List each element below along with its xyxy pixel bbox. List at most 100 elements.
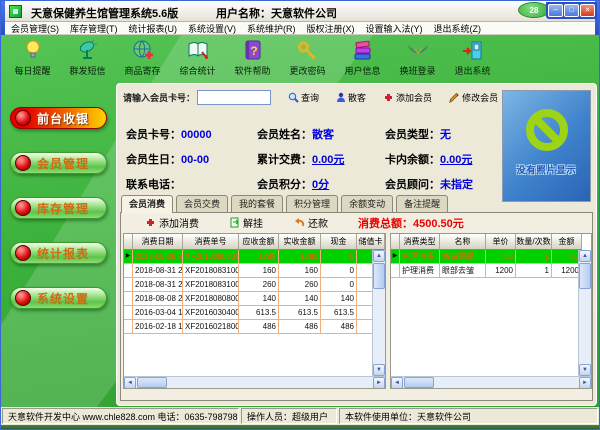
scroll-thumb[interactable] [404,377,434,388]
table-row[interactable]: ▶护理消费嫩白面膜80180 [391,250,591,264]
table-cell: XF201603040004 [183,306,239,320]
toolbar: 每日提醒 群发短信 商品寄存 综合统计 ? 软件帮助 更改密码 [5,37,500,79]
menu-member[interactable]: 会员管理(S) [11,22,59,35]
menu-reports[interactable]: 统计报表(U) [129,22,178,35]
column-header[interactable]: 数量/次数 [516,234,552,250]
sidebar-item-members[interactable]: 会员管理 [10,152,107,174]
scroll-thumb[interactable] [373,263,385,289]
add-consume-button[interactable]: 添加消费 [145,215,199,230]
table-cell: 护理消费 [400,250,440,264]
detail-table[interactable]: 消费类型名称单价数量/次数金额 ▶护理消费嫩白面膜80180护理消费眼部去皱12… [390,233,592,389]
table-cell: XF201809080001 [183,250,239,264]
card-search-row: 请输入会员卡号： 查询 散客 添加会员 修改会员 清除会员 [123,89,564,106]
column-header[interactable]: 单价 [486,234,516,250]
sidebar-item-settings[interactable]: 系统设置 [10,287,107,309]
column-header[interactable]: 实收金额 [279,234,321,250]
shift-login-button[interactable]: 换班登录 [390,37,445,79]
menu-inventory[interactable]: 库存管理(T) [70,22,118,35]
table-row[interactable]: 2018-08-31 22:XF2018083100021601600 [124,264,385,278]
table-row[interactable]: 2016-03-04 18:XF201603040004613.5613.561… [124,306,385,320]
tab-member-consume[interactable]: 会员消费 [121,195,173,213]
group-sms-button[interactable]: 群发短信 [60,37,115,79]
sidebar-item-inventory[interactable]: 库存管理 [10,197,107,219]
exit-system-button[interactable]: 退出系统 [445,37,500,79]
column-header[interactable]: 消费日期 [133,234,183,250]
综合-stats-button[interactable]: 综合统计 [170,37,225,79]
card-number-label: 请输入会员卡号： [123,91,195,104]
daily-reminder-button[interactable]: 每日提醒 [5,37,60,79]
scroll-up-arrow[interactable]: ▲ [579,250,591,262]
consume-table[interactable]: 消费日期消费单号应收金额实收金额现金储值卡 ▶2018-09-08 22:XF2… [123,233,386,389]
sidebar-item-reports[interactable]: 统计报表 [10,242,107,264]
member-advisor-field: 会员顾问：未指定 [385,176,473,192]
minimize-button[interactable]: ─ [548,4,563,17]
column-header[interactable]: 消费类型 [400,234,440,250]
scroll-down-arrow[interactable]: ▼ [579,364,591,376]
vertical-scrollbar[interactable]: ▲ ▼ [372,250,385,376]
release-hold-button[interactable]: 解挂 [229,215,263,230]
open-book-icon [185,37,211,63]
satellite-icon [75,37,101,63]
column-header[interactable]: 金额 [552,234,582,250]
menu-settings[interactable]: 系统设置(V) [188,22,236,35]
goods-deposit-button[interactable]: 商品寄存 [115,37,170,79]
no-photo-prohibition-icon [524,107,570,153]
row-marker [124,278,133,292]
person-icon [336,92,346,103]
table-row[interactable]: 2018-08-31 22:XF2018083100012602600 [124,278,385,292]
maximize-button[interactable]: □ [564,4,579,17]
column-header[interactable]: 现金 [321,234,357,250]
horizontal-scrollbar[interactable]: ◄ ► [391,376,591,388]
column-header[interactable]: 应收金额 [239,234,279,250]
action-row: 添加消费 解挂 还款 消费总额：4500.50元 [121,213,592,232]
window-title: 天意保健养生馆管理系统5.6版 [31,5,178,21]
close-button[interactable]: ✕ [580,4,595,17]
table-cell: 1200 [486,264,516,278]
sidebar-item-cashier[interactable]: 前台收银 [10,107,107,129]
scroll-left-arrow[interactable]: ◄ [391,377,403,389]
scroll-up-arrow[interactable]: ▲ [373,250,385,262]
table-cell: 260 [279,278,321,292]
tab-remark-reminder[interactable]: 备注提醒 [396,195,448,212]
scroll-thumb[interactable] [137,377,167,388]
scroll-right-arrow[interactable]: ► [579,377,591,389]
tab-my-package[interactable]: 我的套餐 [231,195,283,212]
column-header[interactable]: 消费单号 [183,234,239,250]
table-row[interactable]: 2018-08-08 22:XF201808080002140140140 [124,292,385,306]
search-icon [288,92,299,103]
member-paid-field: 累计交费：0.00元 [257,151,344,167]
scroll-right-arrow[interactable]: ► [373,377,385,389]
menu-register[interactable]: 版权注册(X) [307,22,355,35]
tab-member-payment[interactable]: 会员交费 [176,195,228,212]
svg-text:?: ? [250,44,257,58]
vertical-scrollbar[interactable]: ▲ ▼ [578,250,591,376]
change-password-button[interactable]: 更改密码 [280,37,335,79]
tab-balance-changes[interactable]: 余额变动 [341,195,393,212]
table-row[interactable]: 2016-02-18 11:XF201602180004486486486 [124,320,385,334]
globe-plus-icon [130,37,156,63]
card-number-input[interactable] [197,90,271,105]
horizontal-scrollbar[interactable]: ◄ ► [124,376,385,388]
walk-in-button[interactable]: 散客 [336,91,366,104]
user-info-button[interactable]: 用户信息 [335,37,390,79]
member-card-field: 会员卡号：00000 [126,126,212,142]
table-cell: 260 [239,278,279,292]
query-button[interactable]: 查询 [288,91,319,104]
table-cell: 1 [516,264,552,278]
row-marker [391,264,400,278]
menu-maintenance[interactable]: 系统维护(R) [247,22,296,35]
scroll-left-arrow[interactable]: ◄ [124,377,136,389]
add-member-button[interactable]: 添加会员 [383,91,432,104]
edit-member-button[interactable]: 修改会员 [449,91,498,104]
menu-input-method[interactable]: 设置输入法(Y) [366,22,423,35]
repay-button[interactable]: 还款 [293,215,328,230]
scroll-thumb[interactable] [579,263,591,289]
tab-points[interactable]: 积分管理 [286,195,338,212]
scroll-down-arrow[interactable]: ▼ [373,364,385,376]
column-header[interactable]: 储值卡 [357,234,385,250]
column-header[interactable]: 名称 [440,234,486,250]
table-row[interactable]: ▶2018-09-08 22:XF2018090800011280128000 [124,250,385,264]
table-row[interactable]: 护理消费眼部去皱120011200 [391,264,591,278]
help-button[interactable]: ? 软件帮助 [225,37,280,79]
menu-exit[interactable]: 退出系统(Z) [434,22,482,35]
